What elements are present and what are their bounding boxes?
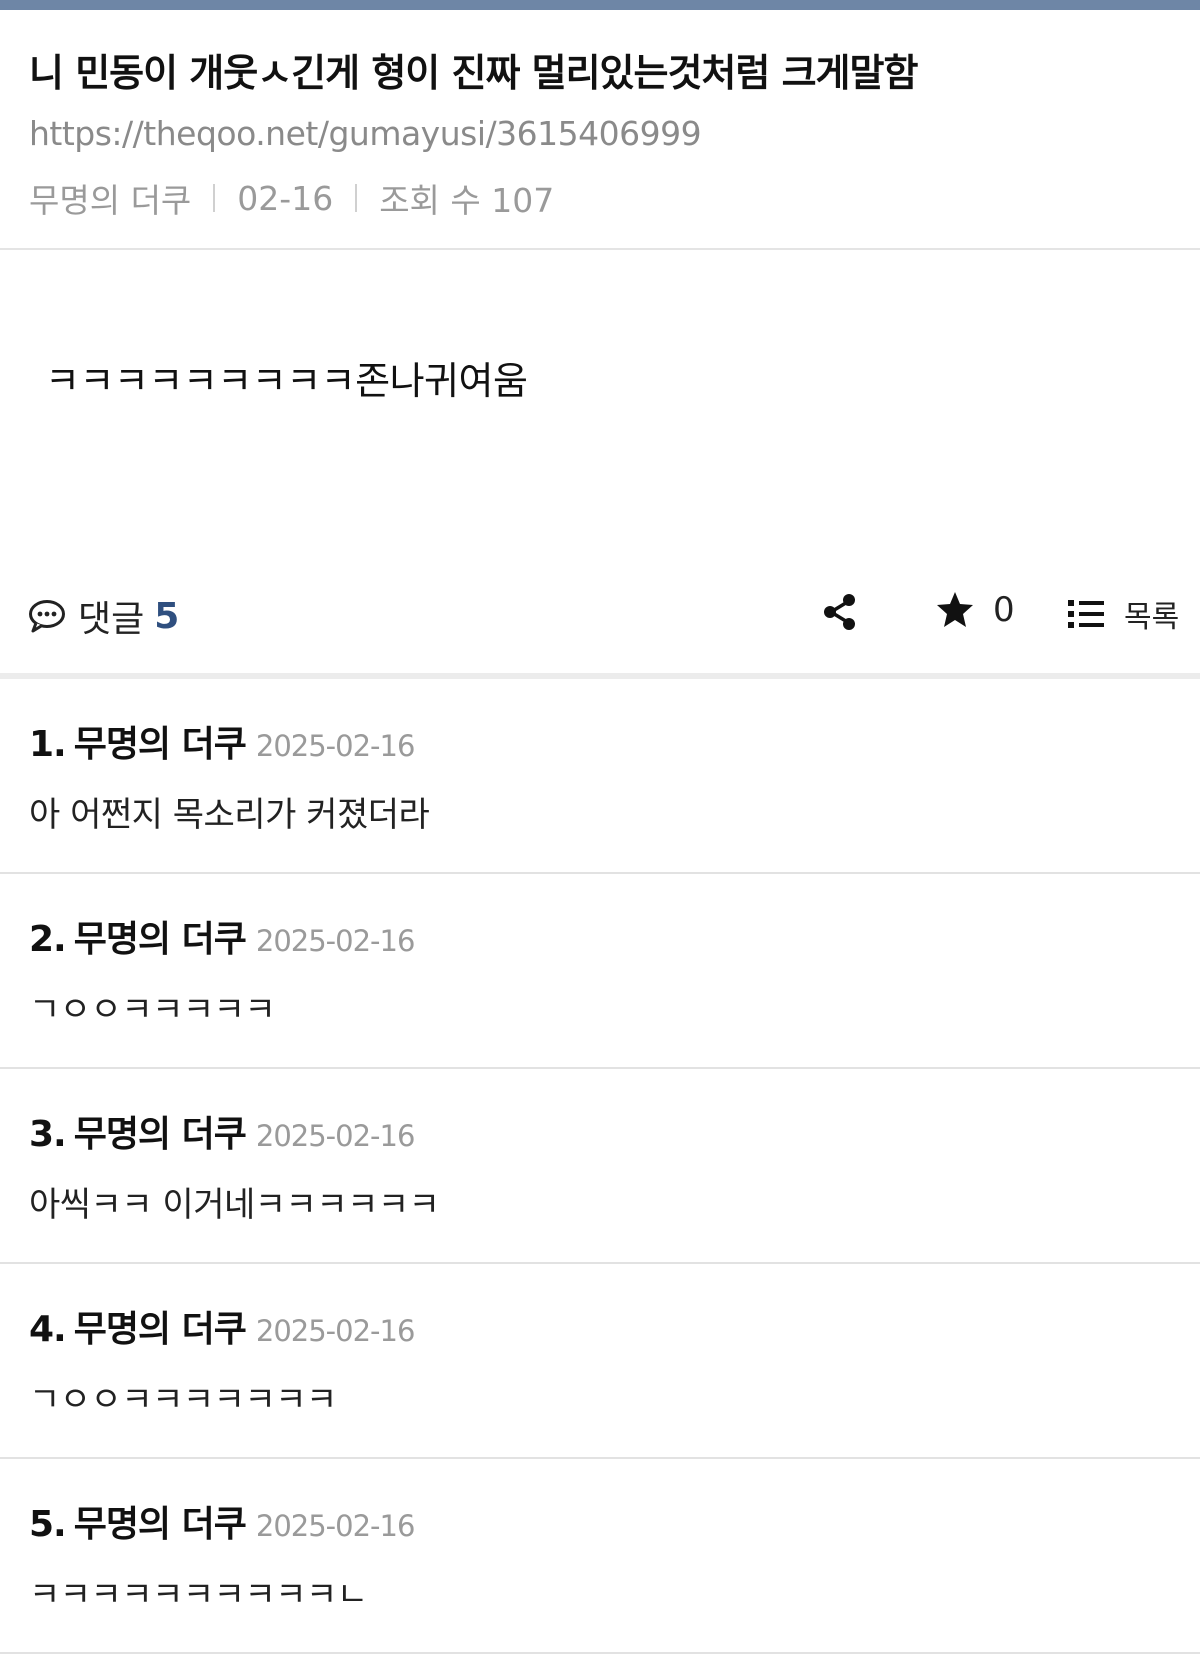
post-url-link[interactable]: https://theqoo.net/gumayusi/3615406999 [29, 114, 702, 153]
comment-text: 아 어쩐지 목소리가 커졌더라 [29, 795, 430, 835]
comment-item: 1. 무명의 더쿠 2025-02-16 아 어쩐지 목소리가 커졌더라 [0, 679, 1200, 874]
post-actions-bar: 댓글 5 0 목록 [0, 580, 1200, 650]
comment-date: 2025-02-16 [255, 1509, 416, 1543]
comment-author: 무명의 더쿠 [73, 1114, 247, 1155]
meta-separator [355, 184, 358, 212]
post-title: 니 민동이 개웃ㅅ긴게 형이 진짜 멀리있는것처럼 크게말함 [29, 51, 918, 95]
comment-count: 5 [154, 595, 180, 637]
top-accent-bar [0, 0, 1200, 10]
share-icon [824, 594, 855, 630]
post-views: 조회 수 107 [379, 181, 555, 220]
post-meta: 무명의 더쿠 02-16 조회 수 107 [29, 174, 554, 222]
comment-icon [29, 600, 65, 633]
post-date: 02-16 [237, 178, 334, 218]
star-button[interactable]: 0 [935, 590, 1015, 630]
comment-author: 무명의 더쿠 [73, 1504, 247, 1545]
comment-label: 댓글 [78, 599, 145, 640]
comment-number: 3. [29, 1114, 67, 1155]
comment-author: 무명의 더쿠 [73, 724, 247, 765]
comment-header: 4. 무명의 더쿠 2025-02-16 [29, 1300, 416, 1352]
post-header: 니 민동이 개웃ㅅ긴게 형이 진짜 멀리있는것처럼 크게말함 https://t… [0, 10, 1200, 250]
comment-item: 5. 무명의 더쿠 2025-02-16 ㅋㅋㅋㅋㅋㅋㅋㅋㅋㅋㄴ [0, 1459, 1200, 1654]
comment-item: 4. 무명의 더쿠 2025-02-16 ㄱㅇㅇㅋㅋㅋㅋㅋㅋㅋ [0, 1264, 1200, 1459]
comment-text: ㄱㅇㅇㅋㅋㅋㅋㅋㅋㅋ [29, 1380, 337, 1420]
comment-text: 아씩ㅋㅋ 이거네ㅋㅋㅋㅋㅋㅋ [29, 1185, 440, 1225]
comment-number: 4. [29, 1309, 67, 1350]
comment-date: 2025-02-16 [255, 1314, 416, 1348]
comment-number: 1. [29, 724, 67, 765]
list-button[interactable]: 목록 [1068, 592, 1179, 636]
comment-header: 1. 무명의 더쿠 2025-02-16 [29, 715, 416, 767]
post-body: ㅋㅋㅋㅋㅋㅋㅋㅋㅋ존나귀여움 [45, 359, 528, 403]
comment-number: 2. [29, 919, 67, 960]
comment-date: 2025-02-16 [255, 1119, 416, 1153]
comment-text: ㅋㅋㅋㅋㅋㅋㅋㅋㅋㅋㄴ [29, 1575, 368, 1615]
comment-author: 무명의 더쿠 [73, 1309, 247, 1350]
star-icon [937, 592, 973, 627]
comment-date: 2025-02-16 [255, 729, 416, 763]
comment-date: 2025-02-16 [255, 924, 416, 958]
comment-header: 3. 무명의 더쿠 2025-02-16 [29, 1105, 416, 1157]
meta-separator [213, 184, 216, 212]
comment-count-button[interactable]: 댓글 5 [28, 590, 179, 642]
list-icon [1068, 600, 1104, 628]
comment-author: 무명의 더쿠 [73, 919, 247, 960]
post-author: 무명의 더쿠 [29, 181, 192, 220]
comment-text: ㄱㅇㅇㅋㅋㅋㅋㅋ [29, 990, 276, 1030]
comment-number: 5. [29, 1504, 67, 1545]
comment-item: 2. 무명의 더쿠 2025-02-16 ㄱㅇㅇㅋㅋㅋㅋㅋ [0, 874, 1200, 1069]
share-button[interactable] [820, 592, 860, 632]
comment-item: 3. 무명의 더쿠 2025-02-16 아씩ㅋㅋ 이거네ㅋㅋㅋㅋㅋㅋ [0, 1069, 1200, 1264]
comment-header: 5. 무명의 더쿠 2025-02-16 [29, 1495, 416, 1547]
comment-header: 2. 무명의 더쿠 2025-02-16 [29, 910, 416, 962]
list-label: 목록 [1124, 600, 1180, 635]
star-count: 0 [993, 590, 1015, 630]
comment-list: 1. 무명의 더쿠 2025-02-16 아 어쩐지 목소리가 커졌더라 2. … [0, 679, 1200, 1654]
